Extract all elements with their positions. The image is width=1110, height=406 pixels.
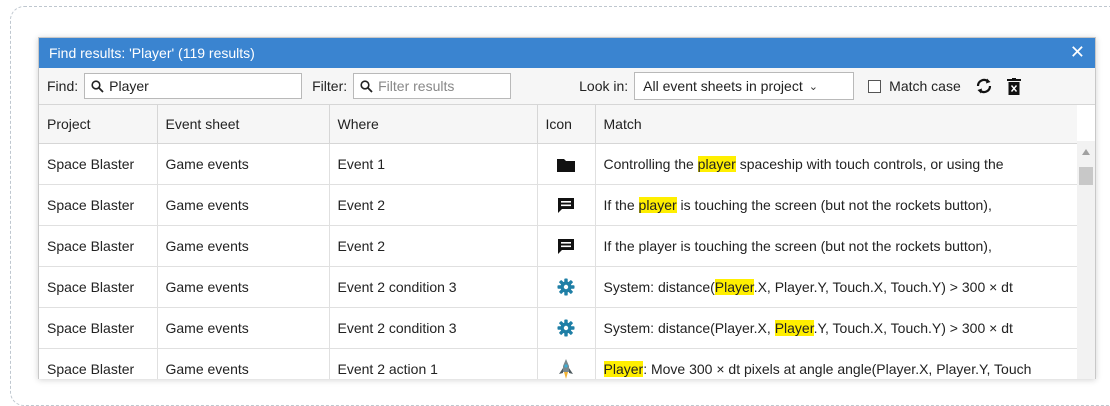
match-text: System: distance(Player.X, (603, 320, 775, 336)
filter-field[interactable] (353, 73, 512, 99)
cell-match: System: distance(Player.X, Player.Y, Tou… (595, 266, 1077, 308)
cell-event-sheet: Game events (157, 307, 330, 349)
cell-match: Controlling the player spaceship with to… (595, 143, 1077, 185)
spaceship-icon (558, 358, 574, 379)
cell-where: Event 2 condition 3 (329, 307, 538, 349)
search-toolbar: Find: Filter: Look in: All event sheets … (39, 68, 1095, 105)
match-text: If the player is touching the screen (bu… (603, 238, 992, 254)
search-icon (91, 79, 104, 93)
cell-event-sheet: Game events (157, 184, 330, 226)
table-row[interactable]: Space Blaster Game events Event 2 conditio… (39, 266, 1077, 308)
table-row[interactable]: Space Blaster Game events Event 2 If the pl… (39, 184, 1077, 226)
match-highlight: Player (603, 361, 644, 377)
cell-project: Space Blaster (39, 348, 158, 379)
gear-icon (557, 278, 575, 296)
match-highlight: player (638, 197, 677, 213)
match-highlight: Player (774, 320, 814, 336)
table-row[interactable]: Space Blaster Game events Event 2 action 1… (39, 348, 1077, 379)
cell-match: If the player is touching the screen (bu… (595, 225, 1077, 267)
cell-icon (537, 225, 596, 267)
panel-titlebar: Find results: 'Player' (119 results) ✕ (39, 38, 1095, 68)
cell-icon (537, 184, 596, 226)
find-input[interactable] (109, 78, 302, 94)
match-text: If the (603, 197, 639, 213)
cell-match: Player: Move 300 × dt pixels at angle an… (595, 348, 1077, 379)
find-field[interactable] (84, 73, 303, 99)
folder-icon (556, 158, 575, 173)
cell-event-sheet: Game events (157, 348, 330, 379)
cell-project: Space Blaster (39, 266, 158, 308)
cell-project: Space Blaster (39, 184, 158, 226)
table-header-row: Project Event sheet Where Icon Match (39, 105, 1077, 144)
scrollbar-thumb[interactable] (1079, 167, 1093, 185)
table-row[interactable]: Space Blaster Game events Event 2 conditio… (39, 307, 1077, 349)
scroll-up-icon[interactable] (1082, 149, 1090, 155)
lookin-label: Look in: (579, 78, 629, 94)
cell-event-sheet: Game events (157, 225, 330, 267)
match-text: : Move 300 × dt pixels at angle angle(Pl… (643, 361, 1032, 377)
table-row[interactable]: Space Blaster Game events Event 2 If the pl… (39, 225, 1077, 267)
match-highlight: Player (714, 279, 754, 295)
column-header-project[interactable]: Project (39, 105, 158, 144)
cell-match: System: distance(Player.X, Player.Y, Tou… (595, 307, 1077, 349)
cell-project: Space Blaster (39, 307, 158, 349)
cell-event-sheet: Game events (157, 266, 330, 308)
cell-where: Event 2 action 1 (329, 348, 538, 379)
cell-project: Space Blaster (39, 225, 158, 267)
vertical-scrollbar[interactable] (1077, 141, 1095, 379)
column-header-match[interactable]: Match (595, 105, 1077, 144)
cell-icon (537, 266, 596, 308)
cell-where: Event 2 condition 3 (329, 266, 538, 308)
gear-icon (557, 319, 575, 337)
search-icon (360, 79, 373, 93)
comment-icon (557, 197, 575, 214)
cell-icon (537, 348, 596, 379)
cell-where: Event 2 (329, 184, 538, 226)
chevron-down-icon: ⌄ (808, 80, 818, 93)
match-case-label: Match case (889, 78, 961, 94)
match-highlight: player (697, 156, 736, 172)
results-grid: Project Event sheet Where Icon Match Spa… (39, 105, 1095, 379)
delete-icon[interactable] (1006, 77, 1021, 95)
results-body: Space Blaster Game events Event 1 Controlli… (39, 143, 1077, 379)
cell-icon (537, 143, 596, 185)
column-header-event-sheet[interactable]: Event sheet (157, 105, 330, 144)
lookin-value: All event sheets in project (643, 78, 803, 94)
results-table: Project Event sheet Where Icon Match Spa… (39, 105, 1077, 379)
find-label: Find: (47, 78, 79, 94)
cell-where: Event 2 (329, 225, 538, 267)
cell-match: If the player is touching the screen (bu… (595, 184, 1077, 226)
comment-icon (557, 238, 575, 255)
column-header-where[interactable]: Where (329, 105, 538, 144)
match-text: Controlling the (603, 156, 698, 172)
match-text: System: distance( (603, 279, 715, 295)
match-text: spaceship with touch controls, or using … (735, 156, 1004, 172)
match-text: is touching the screen (but not the rock… (676, 197, 992, 213)
cell-event-sheet: Game events (157, 143, 330, 185)
refresh-icon[interactable] (975, 77, 993, 95)
column-header-icon[interactable]: Icon (537, 105, 596, 144)
cell-project: Space Blaster (39, 143, 158, 185)
table-row[interactable]: Space Blaster Game events Event 1 Controlli… (39, 143, 1077, 185)
lookin-dropdown[interactable]: All event sheets in project ⌄ (634, 72, 855, 100)
filter-input[interactable] (378, 78, 511, 94)
filter-label: Filter: (312, 78, 348, 94)
match-case-checkbox[interactable] (868, 79, 882, 93)
cell-icon (537, 307, 596, 349)
match-text: .X, Player.Y, Touch.X, Touch.Y) > 300 × … (753, 279, 1013, 295)
find-results-panel: Find results: 'Player' (119 results) ✕ F… (38, 37, 1096, 379)
panel-title: Find results: 'Player' (119 results) (49, 45, 255, 61)
match-text: .Y, Touch.X, Touch.Y) > 300 × dt (813, 320, 1013, 336)
close-icon[interactable]: ✕ (1070, 42, 1085, 62)
cell-where: Event 1 (329, 143, 538, 185)
